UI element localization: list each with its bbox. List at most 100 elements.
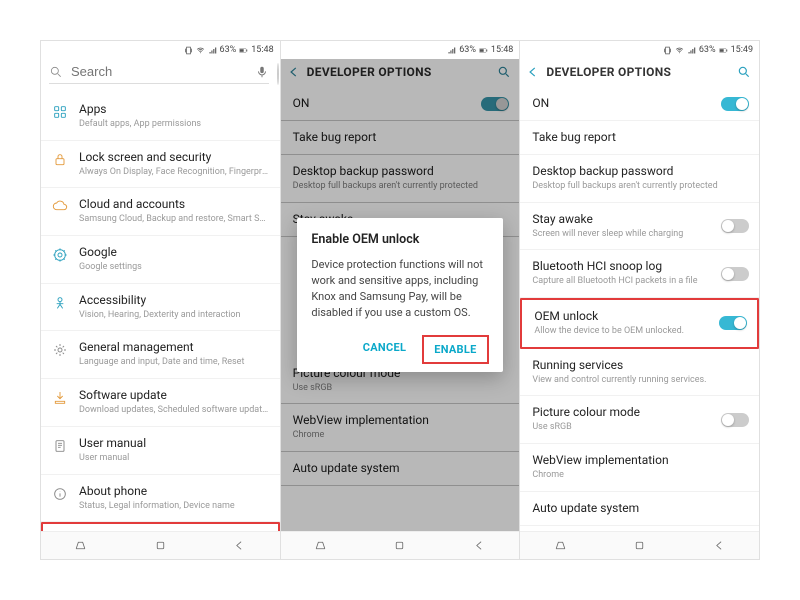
battery-pct: 63% (220, 45, 237, 55)
dev-row[interactable]: WebView implementationChrome (520, 444, 759, 492)
wifi-icon (675, 46, 684, 55)
dialog-overlay: Enable OEM unlock Device protection func… (281, 59, 520, 531)
settings-item-about-phone[interactable]: About phone Status, Legal information, De… (41, 475, 280, 523)
clock: 15:48 (491, 45, 513, 55)
item-icon (51, 388, 69, 406)
dev-row[interactable]: Auto update system (520, 492, 759, 526)
item-label: About phone (79, 484, 270, 499)
item-icon (51, 484, 69, 502)
mic-icon[interactable] (255, 65, 269, 79)
battery-icon (479, 46, 488, 55)
back-icon[interactable] (233, 539, 246, 552)
signal-icon (447, 46, 456, 55)
devoptions-list[interactable]: Take bug reportDesktop backup passwordDe… (520, 121, 759, 531)
dialog-body: Device protection functions will not wor… (311, 257, 488, 321)
item-sub: Status, Legal information, Device name (79, 501, 270, 513)
item-label: Google (79, 245, 270, 260)
item-label: General management (79, 340, 270, 355)
header: DEVELOPER OPTIONS (520, 59, 759, 87)
item-icon (51, 436, 69, 454)
item-sub: Samsung Cloud, Backup and restore, Smart… (79, 214, 270, 226)
search-input[interactable] (71, 64, 247, 79)
phone-dialog: 63% 15:48 DEVELOPER OPTIONS ON Take bug … (281, 40, 521, 560)
settings-item-user-manual[interactable]: User manual User manual (41, 427, 280, 475)
search-field[interactable] (49, 64, 269, 84)
row-on[interactable]: ON (520, 87, 759, 121)
oem-unlock-dialog: Enable OEM unlock Device protection func… (297, 218, 502, 372)
back-icon[interactable] (473, 539, 486, 552)
search-icon[interactable] (737, 65, 751, 79)
android-navbar (281, 531, 520, 559)
android-navbar (41, 531, 280, 559)
item-sub: Language and input, Date and time, Reset (79, 357, 270, 369)
settings-item-cloud-and-accounts[interactable]: Cloud and accounts Samsung Cloud, Backup … (41, 188, 280, 236)
avatar[interactable] (277, 63, 279, 85)
item-sub: Vision, Hearing, Dexterity and interacti… (79, 310, 270, 322)
vibrate-icon (184, 46, 193, 55)
item-sub: Default apps, App permissions (79, 119, 270, 131)
phone-settings: 63% 15:48 Apps Default apps, App permissi… (40, 40, 281, 560)
dev-row[interactable]: Desktop backup passwordDesktop full back… (520, 155, 759, 203)
three-screenshots: 63% 15:48 Apps Default apps, App permissi… (0, 0, 800, 600)
recents-icon[interactable] (314, 539, 327, 552)
battery-pct: 63% (459, 45, 476, 55)
settings-item-lock-screen-and-security[interactable]: Lock screen and security Always On Displa… (41, 141, 280, 189)
item-sub: Download updates, Scheduled software upd… (79, 405, 270, 417)
item-sub: Google settings (79, 262, 270, 274)
item-icon (51, 293, 69, 311)
signal-icon (208, 46, 217, 55)
wifi-icon (196, 46, 205, 55)
item-label: User manual (79, 436, 270, 451)
search-row (41, 59, 280, 93)
item-icon (51, 150, 69, 168)
toggle[interactable] (721, 413, 749, 427)
settings-item-google[interactable]: Google Google settings (41, 236, 280, 284)
item-icon (51, 197, 69, 215)
dev-row[interactable]: OEM unlockAllow the device to be OEM unl… (520, 298, 759, 349)
item-sub: Always On Display, Face Recognition, Fin… (79, 167, 270, 179)
item-label: Cloud and accounts (79, 197, 270, 212)
dialog-title: Enable OEM unlock (311, 232, 488, 247)
signal-icon (687, 46, 696, 55)
back-chevron-icon[interactable] (526, 65, 540, 79)
dev-row[interactable]: Picture colour modeUse sRGB (520, 396, 759, 444)
settings-list[interactable]: Apps Default apps, App permissions Lock sc… (41, 93, 280, 531)
home-icon[interactable] (633, 539, 646, 552)
home-icon[interactable] (393, 539, 406, 552)
battery-pct: 63% (699, 45, 716, 55)
master-toggle[interactable] (721, 97, 749, 111)
toggle[interactable] (719, 316, 747, 330)
enable-button[interactable]: ENABLE (422, 335, 488, 364)
header-title: DEVELOPER OPTIONS (546, 65, 731, 79)
battery-icon (719, 46, 728, 55)
dev-row[interactable]: Running servicesView and control current… (520, 349, 759, 397)
item-label: Lock screen and security (79, 150, 270, 165)
item-icon (51, 245, 69, 263)
recents-icon[interactable] (554, 539, 567, 552)
clock: 15:48 (251, 45, 273, 55)
recents-icon[interactable] (74, 539, 87, 552)
phone-devoptions: 63% 15:49 DEVELOPER OPTIONS ON Take bug … (520, 40, 760, 560)
settings-item-general-management[interactable]: General management Language and input, Da… (41, 331, 280, 379)
dev-row[interactable]: Stay awakeScreen will never sleep while … (520, 203, 759, 251)
toggle[interactable] (721, 219, 749, 233)
dev-row[interactable]: Take bug report (520, 121, 759, 155)
back-icon[interactable] (713, 539, 726, 552)
dev-row[interactable]: Bluetooth HCI snoop logCapture all Bluet… (520, 250, 759, 298)
item-label: Software update (79, 388, 270, 403)
settings-item-software-update[interactable]: Software update Download updates, Schedul… (41, 379, 280, 427)
settings-item-accessibility[interactable]: Accessibility Vision, Hearing, Dexterity … (41, 284, 280, 332)
item-sub: User manual (79, 453, 270, 465)
status-bar: 63% 15:49 (520, 41, 759, 59)
cancel-button[interactable]: CANCEL (353, 335, 417, 364)
home-icon[interactable] (154, 539, 167, 552)
android-navbar (520, 531, 759, 559)
status-bar: 63% 15:48 (41, 41, 280, 59)
item-label: Apps (79, 102, 270, 117)
status-bar: 63% 15:48 (281, 41, 520, 59)
clock: 15:49 (731, 45, 753, 55)
settings-item-developer-options[interactable]: Developer optionsDeveloper options (41, 522, 280, 531)
item-label: Accessibility (79, 293, 270, 308)
toggle[interactable] (721, 267, 749, 281)
settings-item-apps[interactable]: Apps Default apps, App permissions (41, 93, 280, 141)
